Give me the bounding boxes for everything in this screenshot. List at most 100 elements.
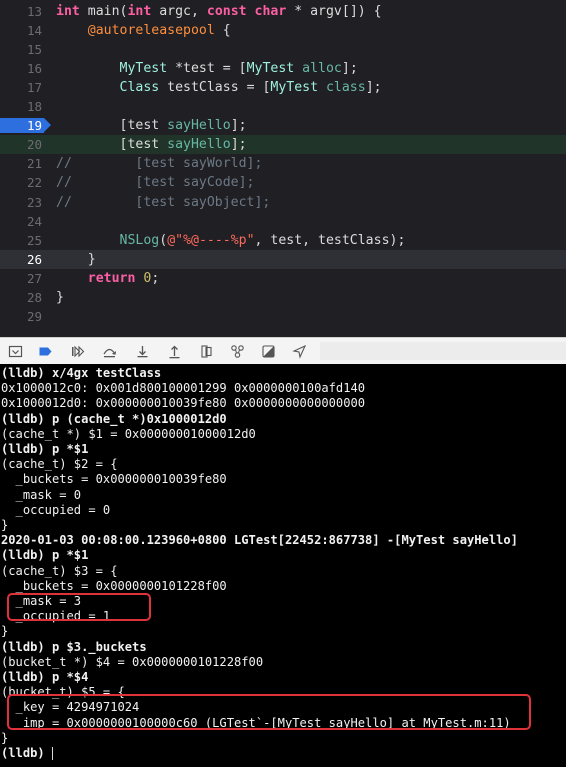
code-line[interactable]: 19 [test sayHello];	[0, 116, 566, 135]
highlight-box-bucket-key-imp	[7, 694, 531, 730]
line-number: 22	[26, 175, 42, 191]
code-line[interactable]: 29	[0, 307, 566, 326]
code-text: Class testClass = [MyTest class];	[56, 78, 382, 97]
line-number: 23	[26, 194, 42, 210]
code-line[interactable]: 16 MyTest *test = [MyTest alloc];	[0, 59, 566, 78]
breakpoints-toggle-icon[interactable]	[36, 342, 54, 360]
console-output-line: (bucket_t *) $4 = 0x0000000101228f00	[1, 654, 264, 669]
code-token: argc,	[151, 4, 207, 19]
code-line[interactable]: 25 NSLog(@"%@----%p", test, testClass);	[0, 231, 566, 250]
code-token: ];	[365, 80, 382, 96]
text-cursor	[52, 747, 53, 760]
code-text: }	[56, 288, 64, 307]
code-line[interactable]: 18	[0, 97, 566, 116]
line-number: 14	[26, 23, 42, 39]
code-text: }	[56, 250, 96, 269]
code-line[interactable]: 24	[0, 212, 566, 231]
console-output-line: _mask = 0	[1, 487, 82, 502]
code-token: ];	[230, 118, 247, 134]
code-line[interactable]: 21 // [test sayWorld];	[0, 154, 566, 173]
code-editor[interactable]: 13 int main(int argc, const char * argv[]…	[0, 0, 566, 337]
console-command-line: (lldb) x/4gx testClass	[1, 366, 162, 380]
code-token: ];	[341, 61, 358, 77]
code-line[interactable]: 14 @autoreleasepool {	[0, 21, 566, 40]
step-out-icon[interactable]	[165, 342, 183, 360]
code-token: [test	[56, 118, 168, 134]
debug-toolbar	[0, 337, 566, 365]
code-token: ;	[151, 270, 160, 286]
code-line[interactable]: 28}	[0, 288, 566, 307]
console-output-line: }	[1, 518, 9, 532]
line-number: 24	[26, 213, 42, 229]
line-number: 13	[26, 4, 42, 19]
console-output-line: (cache_t) $2 = {	[1, 457, 118, 472]
console-output-line: (cache_t) $3 = {	[1, 563, 118, 578]
code-token: NSLog	[119, 232, 160, 248]
line-number: 15	[26, 42, 42, 58]
line-number: 19	[26, 118, 42, 134]
code-text: // [test sayCode];	[56, 173, 255, 192]
code-token: sayHello	[167, 118, 231, 134]
code-line[interactable]: 13 int main(int argc, const char * argv[]…	[0, 2, 566, 21]
simulate-location-icon[interactable]	[290, 342, 308, 360]
code-line[interactable]: 20 [test sayHello];	[0, 135, 566, 155]
code-token: Class	[119, 80, 160, 96]
code-line[interactable]: 26 }	[0, 249, 566, 269]
console-output-line: 0x1000012c0: 0x001d800100001299 0x000000…	[1, 381, 366, 396]
code-token: @autoreleasepool	[87, 23, 215, 39]
code-token: MyTest	[119, 61, 168, 77]
console-command-line: (lldb) p $3._buckets	[1, 639, 147, 654]
view-hierarchy-icon[interactable]	[197, 342, 215, 360]
code-text: MyTest *test = [MyTest alloc];	[56, 59, 358, 78]
console-output-line: (cache_t *) $1 = 0x00000001000012d0	[1, 426, 256, 441]
code-token: int	[56, 4, 80, 19]
environment-overrides-icon[interactable]	[259, 342, 277, 360]
continue-icon[interactable]	[68, 342, 86, 360]
step-into-icon[interactable]	[133, 342, 151, 360]
code-token: char	[254, 4, 287, 19]
console-command-line: 2020-01-03 00:08:00.123960+0800 LGTest[2…	[1, 533, 518, 548]
line-number: 17	[26, 80, 42, 96]
console-command-line: (lldb) p *$1	[1, 548, 89, 563]
line-number: 20	[26, 137, 42, 153]
code-token: }	[56, 251, 96, 267]
console-command-line: (lldb) p (cache_t *)0x1000012d0	[1, 411, 227, 426]
highlight-box-mask-occupied	[7, 593, 151, 621]
code-line[interactable]: 17 Class testClass = [MyTest class];	[0, 78, 566, 97]
line-number: 16	[26, 61, 42, 77]
code-line[interactable]: 27 return 0;	[0, 269, 566, 288]
code-token: const	[206, 4, 247, 19]
code-token: main(	[79, 4, 128, 19]
code-text: int main(int argc, const char * argv[]) …	[56, 2, 382, 21]
step-over-icon[interactable]	[100, 342, 118, 360]
line-number: 21	[26, 156, 42, 172]
console-output-line: }	[1, 730, 9, 745]
line-number: 29	[26, 308, 42, 324]
code-token: }	[56, 289, 64, 305]
code-token: ];	[230, 137, 247, 153]
debug-bar-blank-area	[320, 342, 566, 360]
console-command-line: (lldb) p *$1	[1, 442, 89, 456]
memory-graph-icon[interactable]	[228, 342, 246, 360]
code-line[interactable]: 23 // [test sayObject];	[0, 193, 566, 212]
code-token: class	[325, 80, 366, 96]
line-number: 25	[26, 232, 42, 248]
code-text: // [test sayObject];	[56, 193, 270, 212]
code-token: alloc	[302, 61, 342, 77]
lldb-console[interactable]: (lldb) x/4gx testClass 0x1000012c0: 0x001…	[0, 364, 566, 767]
code-token: // [test sayCode];	[56, 175, 255, 191]
code-token: @"%@----%p"	[167, 232, 255, 248]
code-text: [test sayHello];	[56, 116, 247, 135]
code-line[interactable]: 15	[0, 40, 566, 59]
hide-debug-area-icon[interactable]	[6, 342, 24, 360]
code-line[interactable]: 22 // [test sayCode];	[0, 173, 566, 192]
code-token: MyTest	[270, 80, 319, 96]
code-token: MyTest	[246, 61, 295, 77]
code-token: [test	[56, 137, 168, 153]
